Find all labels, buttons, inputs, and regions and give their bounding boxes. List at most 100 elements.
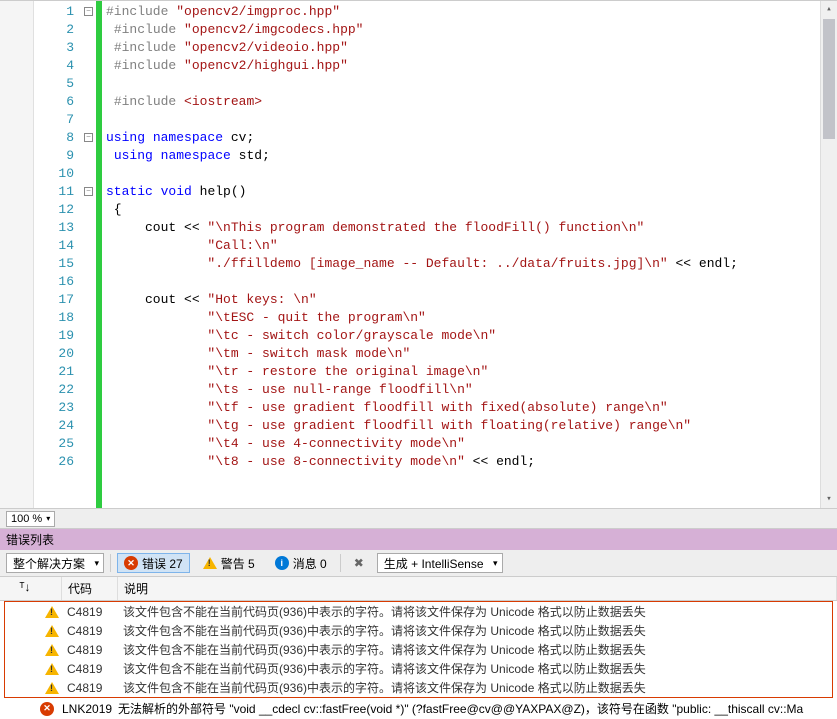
header-desc-col[interactable]: 说明 xyxy=(118,577,837,600)
code-line[interactable]: #include "opencv2/highgui.hpp" xyxy=(106,57,837,75)
code-line[interactable]: "\ts - use null-range floodfill\n" xyxy=(106,381,837,399)
error-description: 该文件包含不能在当前代码页(936)中表示的字符。请将该文件保存为 Unicod… xyxy=(123,603,832,620)
header-code-col[interactable]: 代码 xyxy=(62,577,118,600)
line-number: 9 xyxy=(34,147,74,165)
code-line[interactable] xyxy=(106,75,837,93)
error-icon: ✕ xyxy=(40,702,54,716)
line-number: 16 xyxy=(34,273,74,291)
error-icon: ✕ xyxy=(124,556,138,570)
build-intellisense-dropdown[interactable]: 生成 + IntelliSense xyxy=(377,553,503,573)
line-number: 15 xyxy=(34,255,74,273)
warning-icon xyxy=(45,682,59,694)
error-code: C4819 xyxy=(67,681,123,695)
error-list-title: 错误列表 xyxy=(0,529,837,550)
line-number: 25 xyxy=(34,435,74,453)
messages-filter-button[interactable]: i 消息 0 xyxy=(268,553,334,573)
code-line[interactable]: "\tg - use gradient floodfill with float… xyxy=(106,417,837,435)
warnings-filter-button[interactable]: 警告 5 xyxy=(196,553,262,573)
warning-icon xyxy=(45,625,59,637)
zoom-dropdown[interactable]: 100 % xyxy=(6,511,55,527)
line-number: 10 xyxy=(34,165,74,183)
error-rows-highlighted: C4819该文件包含不能在当前代码页(936)中表示的字符。请将该文件保存为 U… xyxy=(4,601,833,698)
line-number: 1 xyxy=(34,3,74,21)
warning-icon xyxy=(45,663,59,675)
warning-icon xyxy=(45,644,59,656)
error-code: C4819 xyxy=(67,624,123,638)
code-content[interactable]: #include "opencv2/imgproc.hpp" #include … xyxy=(102,1,837,508)
vertical-scrollbar[interactable]: ▴ ▾ xyxy=(820,1,837,508)
fold-margin[interactable]: − − − xyxy=(82,1,96,508)
messages-count-label: 消息 0 xyxy=(293,555,327,572)
line-number: 18 xyxy=(34,309,74,327)
error-list-header: ᵀ↓ 代码 说明 xyxy=(0,577,837,601)
scroll-up-arrow[interactable]: ▴ xyxy=(821,1,837,18)
code-line[interactable]: #include "opencv2/imgcodecs.hpp" xyxy=(106,21,837,39)
code-line[interactable]: "\tc - switch color/grayscale mode\n" xyxy=(106,327,837,345)
error-code: C4819 xyxy=(67,662,123,676)
error-code: LNK2019 xyxy=(62,702,118,716)
code-line[interactable]: "\tr - restore the original image\n" xyxy=(106,363,837,381)
code-line[interactable]: #include <iostream> xyxy=(106,93,837,111)
line-number: 8 xyxy=(34,129,74,147)
warning-icon xyxy=(203,557,217,569)
error-row[interactable]: C4819该文件包含不能在当前代码页(936)中表示的字符。请将该文件保存为 U… xyxy=(5,602,832,621)
line-number: 23 xyxy=(34,399,74,417)
code-line[interactable] xyxy=(106,111,837,129)
errors-count-label: 错误 27 xyxy=(142,555,183,572)
error-row[interactable]: ✕ LNK2019 无法解析的外部符号 "void __cdecl cv::fa… xyxy=(0,698,837,719)
breakpoint-margin[interactable] xyxy=(0,1,34,508)
code-editor[interactable]: 1234567891011121314151617181920212223242… xyxy=(0,0,837,508)
line-number: 21 xyxy=(34,363,74,381)
code-line[interactable]: "\t8 - use 8-connectivity mode\n" << end… xyxy=(106,453,837,471)
line-number: 7 xyxy=(34,111,74,129)
errors-filter-button[interactable]: ✕ 错误 27 xyxy=(117,553,190,573)
editor-status-bar: 100 % xyxy=(0,508,837,528)
error-row[interactable]: C4819该文件包含不能在当前代码页(936)中表示的字符。请将该文件保存为 U… xyxy=(5,621,832,640)
code-line[interactable]: using namespace cv; xyxy=(106,129,837,147)
line-number: 5 xyxy=(34,75,74,93)
code-line[interactable] xyxy=(106,165,837,183)
code-line[interactable]: using namespace std; xyxy=(106,147,837,165)
line-number: 17 xyxy=(34,291,74,309)
line-number: 6 xyxy=(34,93,74,111)
line-number: 12 xyxy=(34,201,74,219)
fold-toggle[interactable]: − xyxy=(84,7,93,16)
error-row[interactable]: C4819该文件包含不能在当前代码页(936)中表示的字符。请将该文件保存为 U… xyxy=(5,678,832,697)
code-line[interactable]: "\tESC - quit the program\n" xyxy=(106,309,837,327)
scroll-down-arrow[interactable]: ▾ xyxy=(821,491,837,508)
info-icon: i xyxy=(275,556,289,570)
filter-icon: ✖ xyxy=(354,556,364,570)
error-code: C4819 xyxy=(67,605,123,619)
code-line[interactable]: #include "opencv2/imgproc.hpp" xyxy=(106,3,837,21)
fold-toggle[interactable]: − xyxy=(84,133,93,142)
scrollbar-thumb[interactable] xyxy=(823,19,835,139)
code-line[interactable]: cout << "\nThis program demonstrated the… xyxy=(106,219,837,237)
fold-toggle[interactable]: − xyxy=(84,187,93,196)
line-number: 14 xyxy=(34,237,74,255)
clear-filter-button[interactable]: ✖ xyxy=(347,553,371,573)
code-line[interactable] xyxy=(106,273,837,291)
code-line[interactable]: "Call:\n" xyxy=(106,237,837,255)
line-number: 3 xyxy=(34,39,74,57)
code-line[interactable]: "\t4 - use 4-connectivity mode\n" xyxy=(106,435,837,453)
code-line[interactable]: { xyxy=(106,201,837,219)
code-line[interactable]: cout << "Hot keys: \n" xyxy=(106,291,837,309)
line-number-gutter: 1234567891011121314151617181920212223242… xyxy=(34,1,82,508)
line-number: 24 xyxy=(34,417,74,435)
error-row[interactable]: C4819该文件包含不能在当前代码页(936)中表示的字符。请将该文件保存为 U… xyxy=(5,659,832,678)
warning-icon xyxy=(45,606,59,618)
scope-dropdown[interactable]: 整个解决方案 xyxy=(6,553,104,573)
code-line[interactable]: #include "opencv2/videoio.hpp" xyxy=(106,39,837,57)
code-line[interactable]: "\tf - use gradient floodfill with fixed… xyxy=(106,399,837,417)
code-line[interactable]: "./ffilldemo [image_name -- Default: ../… xyxy=(106,255,837,273)
error-description: 无法解析的外部符号 "void __cdecl cv::fastFree(voi… xyxy=(118,700,837,717)
code-line[interactable]: "\tm - switch mask mode\n" xyxy=(106,345,837,363)
header-icon-col[interactable]: ᵀ↓ xyxy=(0,577,62,600)
error-list-toolbar: 整个解决方案 ✕ 错误 27 警告 5 i 消息 0 ✖ 生成 + Intell… xyxy=(0,550,837,577)
error-description: 该文件包含不能在当前代码页(936)中表示的字符。请将该文件保存为 Unicod… xyxy=(123,641,832,658)
line-number: 20 xyxy=(34,345,74,363)
line-number: 22 xyxy=(34,381,74,399)
error-row[interactable]: C4819该文件包含不能在当前代码页(936)中表示的字符。请将该文件保存为 U… xyxy=(5,640,832,659)
code-line[interactable]: static void help() xyxy=(106,183,837,201)
error-code: C4819 xyxy=(67,643,123,657)
